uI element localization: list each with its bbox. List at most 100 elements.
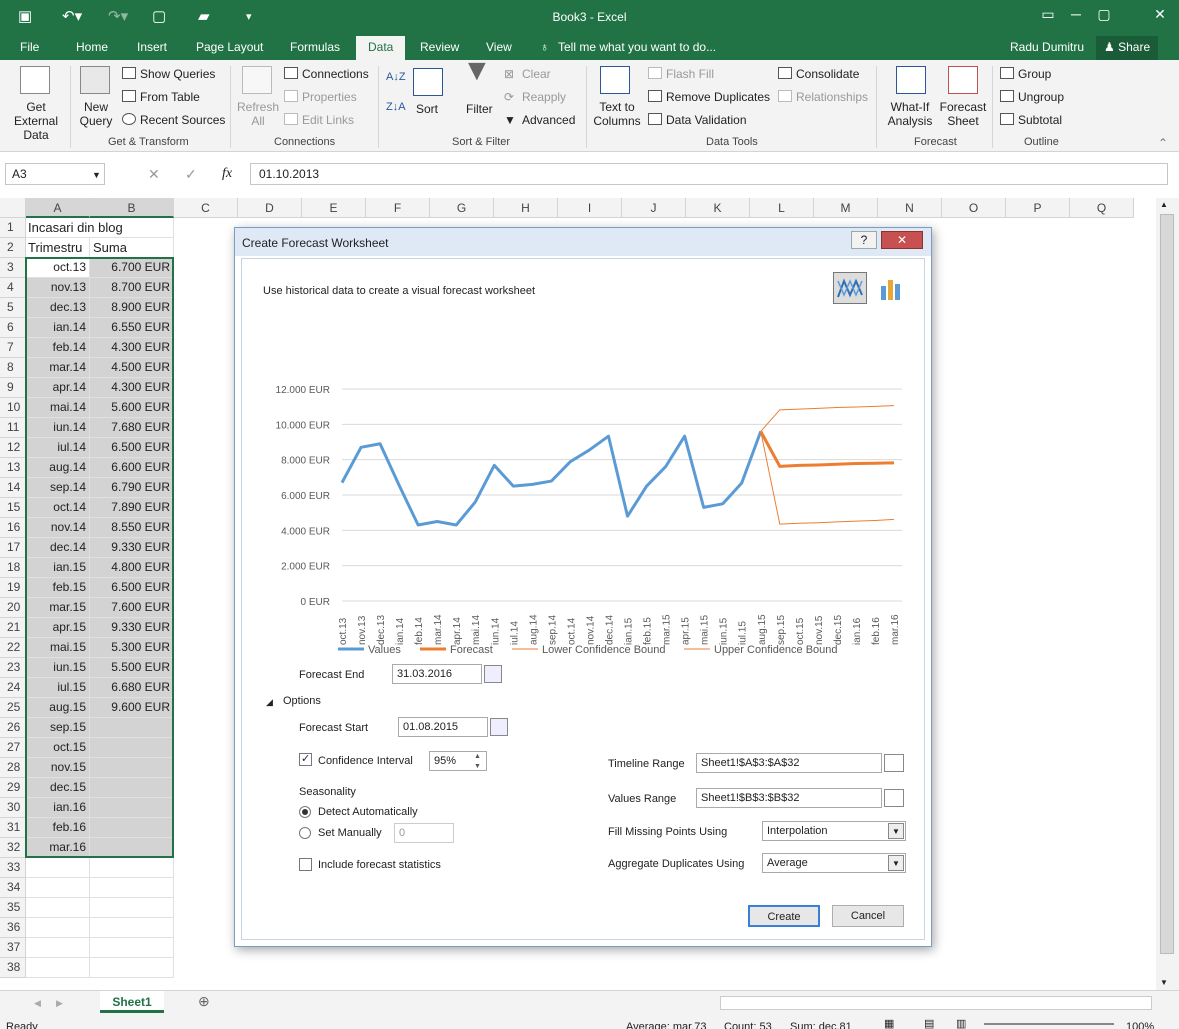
show-queries-button[interactable]: Show Queries bbox=[140, 67, 215, 81]
maximize-icon[interactable]: ▢ bbox=[1092, 6, 1116, 23]
row-header[interactable]: 10 bbox=[0, 398, 26, 418]
table-cell[interactable] bbox=[90, 798, 174, 818]
table-cell[interactable]: feb.16 bbox=[26, 818, 90, 838]
table-cell[interactable]: dec.13 bbox=[26, 298, 90, 318]
table-cell[interactable] bbox=[90, 738, 174, 758]
connections-button[interactable]: Connections bbox=[302, 67, 369, 81]
table-cell[interactable]: Suma bbox=[90, 238, 174, 258]
table-cell[interactable]: 8.550 EUR bbox=[90, 518, 174, 538]
tab-formulas[interactable]: Formulas bbox=[290, 40, 340, 54]
table-cell[interactable]: 6.500 EUR bbox=[90, 578, 174, 598]
data-validation-button[interactable]: Data Validation bbox=[666, 113, 747, 127]
refresh-all-button[interactable]: Refresh All bbox=[236, 100, 280, 128]
table-cell[interactable] bbox=[90, 758, 174, 778]
table-cell[interactable] bbox=[90, 858, 174, 878]
table-cell[interactable]: dec.14 bbox=[26, 538, 90, 558]
vertical-scrollbar[interactable]: ▲ ▼ bbox=[1156, 198, 1179, 990]
range-picker-icon[interactable] bbox=[884, 789, 904, 807]
filter-button[interactable]: Filter bbox=[466, 102, 493, 116]
collapse-options-icon[interactable]: ◢ bbox=[266, 695, 273, 709]
table-cell[interactable]: iul.15 bbox=[26, 678, 90, 698]
forecast-end-input[interactable]: 31.03.2016 bbox=[392, 664, 482, 684]
table-cell[interactable]: mai.14 bbox=[26, 398, 90, 418]
column-header-a[interactable]: A bbox=[26, 198, 90, 218]
table-cell[interactable]: 5.600 EUR bbox=[90, 398, 174, 418]
row-header[interactable]: 31 bbox=[0, 818, 26, 838]
table-cell[interactable]: Trimestru bbox=[26, 238, 90, 258]
row-header[interactable]: 14 bbox=[0, 478, 26, 498]
confidence-checkbox[interactable]: ✓ bbox=[299, 753, 312, 766]
tell-me-box[interactable]: Tell me what you want to do... bbox=[558, 40, 716, 54]
table-cell[interactable]: iul.14 bbox=[26, 438, 90, 458]
name-box[interactable]: A3 bbox=[5, 163, 105, 185]
dropdown-arrow-icon[interactable]: ▼ bbox=[888, 823, 904, 839]
row-header[interactable]: 2 bbox=[0, 238, 26, 258]
edit-links-button[interactable]: Edit Links bbox=[302, 113, 354, 127]
page-break-view-icon[interactable]: ▥ bbox=[956, 1017, 966, 1029]
column-header-i[interactable]: I bbox=[558, 198, 622, 218]
column-header-j[interactable]: J bbox=[622, 198, 686, 218]
column-header-o[interactable]: O bbox=[942, 198, 1006, 218]
recent-sources-button[interactable]: Recent Sources bbox=[140, 113, 225, 127]
collapse-ribbon-icon[interactable]: ⌃ bbox=[1158, 136, 1168, 150]
column-header-h[interactable]: H bbox=[494, 198, 558, 218]
tab-insert[interactable]: Insert bbox=[137, 40, 167, 54]
advanced-button[interactable]: Advanced bbox=[522, 113, 575, 127]
table-cell[interactable] bbox=[90, 818, 174, 838]
row-header[interactable]: 7 bbox=[0, 338, 26, 358]
confirm-formula-icon[interactable]: ✓ bbox=[185, 167, 197, 181]
add-sheet-icon[interactable]: ⊕ bbox=[198, 994, 210, 1008]
share-button[interactable]: ♟ Share bbox=[1096, 36, 1159, 60]
row-header[interactable]: 23 bbox=[0, 658, 26, 678]
aggregate-select[interactable]: Average bbox=[762, 853, 906, 873]
table-cell[interactable] bbox=[90, 718, 174, 738]
spinner-down-icon[interactable]: ▼ bbox=[474, 760, 481, 774]
consolidate-button[interactable]: Consolidate bbox=[796, 67, 859, 81]
tab-review[interactable]: Review bbox=[420, 40, 459, 54]
timeline-range-input[interactable]: Sheet1!$A$3:$A$32 bbox=[696, 753, 882, 773]
table-cell[interactable]: 8.700 EUR bbox=[90, 278, 174, 298]
row-header[interactable]: 25 bbox=[0, 698, 26, 718]
table-cell[interactable]: apr.15 bbox=[26, 618, 90, 638]
row-header[interactable]: 6 bbox=[0, 318, 26, 338]
table-cell[interactable] bbox=[26, 958, 90, 978]
row-header[interactable]: 33 bbox=[0, 858, 26, 878]
prev-sheet-icon[interactable]: ◀ bbox=[34, 996, 41, 1010]
column-chart-type-button[interactable] bbox=[876, 274, 906, 304]
row-header[interactable]: 27 bbox=[0, 738, 26, 758]
table-cell[interactable]: mar.14 bbox=[26, 358, 90, 378]
column-header-n[interactable]: N bbox=[878, 198, 942, 218]
column-header-f[interactable]: F bbox=[366, 198, 430, 218]
table-cell[interactable]: mar.15 bbox=[26, 598, 90, 618]
table-cell[interactable]: ian.14 bbox=[26, 318, 90, 338]
column-header-q[interactable]: Q bbox=[1070, 198, 1134, 218]
next-sheet-icon[interactable]: ▶ bbox=[56, 996, 63, 1010]
row-header[interactable]: 15 bbox=[0, 498, 26, 518]
table-cell[interactable] bbox=[90, 938, 174, 958]
table-cell[interactable]: 7.680 EUR bbox=[90, 418, 174, 438]
table-cell[interactable]: 7.600 EUR bbox=[90, 598, 174, 618]
select-all-corner[interactable] bbox=[0, 198, 26, 218]
table-cell[interactable]: nov.14 bbox=[26, 518, 90, 538]
reapply-button[interactable]: Reapply bbox=[522, 90, 566, 104]
table-cell[interactable] bbox=[90, 218, 174, 238]
table-cell[interactable]: apr.14 bbox=[26, 378, 90, 398]
line-chart-type-button[interactable] bbox=[833, 272, 867, 304]
table-cell[interactable]: 4.500 EUR bbox=[90, 358, 174, 378]
calendar-icon[interactable] bbox=[490, 718, 508, 736]
help-button[interactable]: ? bbox=[851, 231, 877, 249]
sort-button[interactable]: Sort bbox=[416, 102, 438, 116]
close-dialog-button[interactable]: ✕ bbox=[881, 231, 923, 249]
row-header[interactable]: 4 bbox=[0, 278, 26, 298]
zoom-level[interactable]: 100% bbox=[1126, 1020, 1154, 1029]
row-header[interactable]: 38 bbox=[0, 958, 26, 978]
column-header-k[interactable]: K bbox=[686, 198, 750, 218]
table-cell[interactable]: 6.550 EUR bbox=[90, 318, 174, 338]
row-header[interactable]: 16 bbox=[0, 518, 26, 538]
calendar-icon[interactable] bbox=[484, 665, 502, 683]
create-button[interactable]: Create bbox=[748, 905, 820, 927]
table-cell[interactable] bbox=[26, 938, 90, 958]
table-cell[interactable] bbox=[90, 918, 174, 938]
row-header[interactable]: 30 bbox=[0, 798, 26, 818]
forecast-start-input[interactable]: 01.08.2015 bbox=[398, 717, 488, 737]
